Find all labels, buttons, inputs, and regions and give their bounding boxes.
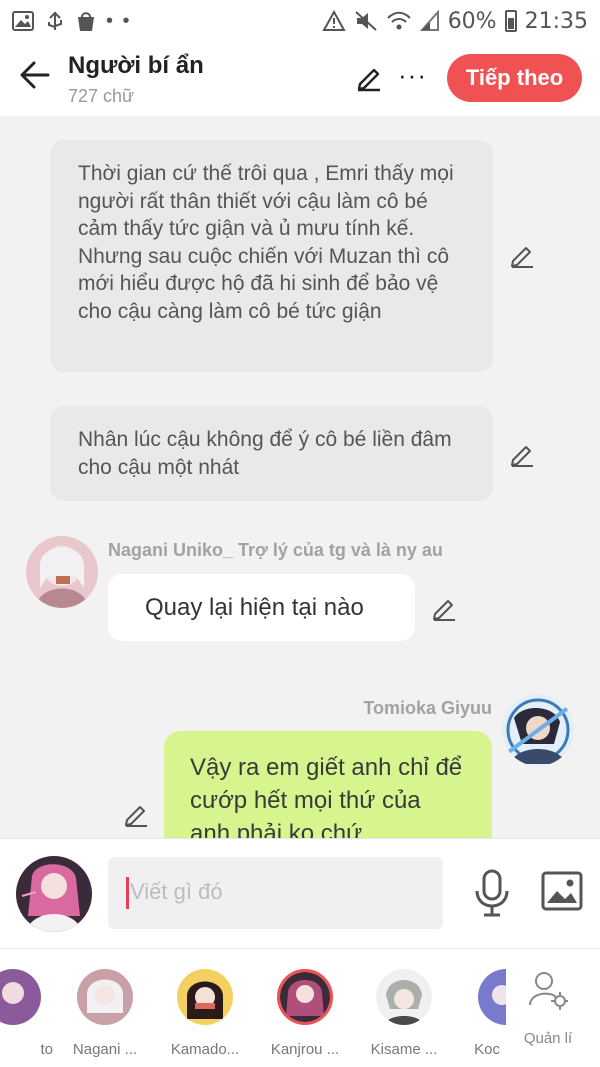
next-button[interactable]: Tiếp theo xyxy=(447,54,582,102)
character-avatar xyxy=(376,969,432,1025)
edit-message-icon[interactable] xyxy=(508,440,536,468)
character-avatar xyxy=(177,969,233,1025)
character-avatar xyxy=(277,969,333,1025)
page-title: Người bí ẩn xyxy=(68,52,204,79)
image-icon[interactable] xyxy=(541,871,583,911)
character-label: Kanjrou ... xyxy=(270,1041,340,1058)
signal-icon xyxy=(419,10,439,31)
wifi-icon xyxy=(386,11,411,30)
clock: 21:35 xyxy=(524,8,588,34)
word-count: 727 chữ xyxy=(68,86,135,106)
avatar-accent xyxy=(195,1003,215,1009)
edit-message-icon[interactable] xyxy=(508,241,536,269)
manage-characters-button[interactable]: Quản lí xyxy=(516,969,580,1047)
edit-title-icon[interactable] xyxy=(354,62,384,92)
edit-message-icon[interactable] xyxy=(430,594,458,622)
battery-icon xyxy=(504,10,517,32)
usb-icon xyxy=(48,11,62,30)
mute-icon xyxy=(355,11,377,31)
more-notifications-icon: • • xyxy=(106,9,132,32)
character-item[interactable]: to xyxy=(0,969,53,1058)
character-item[interactable]: Kamado... xyxy=(165,969,245,1058)
message-input[interactable]: Viết gì đó xyxy=(108,857,443,929)
story-header: Người bí ẩn 727 chữ ··· Tiếp theo xyxy=(0,42,600,116)
manage-label: Quản lí xyxy=(523,1030,573,1047)
input-placeholder: Viết gì đó xyxy=(130,879,223,904)
character-avatar xyxy=(478,969,506,1025)
microphone-icon[interactable] xyxy=(474,869,510,917)
narration-block[interactable]: Thời gian cứ thế trôi qua , Emri thấy mọ… xyxy=(50,140,493,372)
character-name: Tomioka Giyuu xyxy=(363,698,492,718)
edit-message-icon[interactable] xyxy=(122,800,150,828)
alert-icon xyxy=(321,10,346,31)
current-character-avatar[interactable] xyxy=(16,856,92,932)
more-options-icon[interactable]: ··· xyxy=(398,60,427,90)
manage-user-icon xyxy=(529,972,569,1010)
character-label: Kisame ... xyxy=(370,1041,438,1058)
character-item-selected[interactable]: Kanjrou ... xyxy=(265,969,345,1058)
character-name: Nagani Uniko_ Trợ lý của tg và là ny au xyxy=(108,540,443,560)
back-arrow-icon[interactable] xyxy=(18,58,52,92)
composer-bar: Viết gì đó xyxy=(0,838,600,948)
narration-block[interactable]: Nhân lúc cậu không để ý cô bé liền đâm c… xyxy=(50,406,493,501)
character-avatar xyxy=(77,969,133,1025)
text-cursor xyxy=(126,877,129,909)
character-label: Nagani ... xyxy=(72,1041,138,1058)
character-label: Kamado... xyxy=(170,1041,240,1058)
character-avatar xyxy=(0,969,41,1025)
chat-bubble[interactable]: Quay lại hiện tại nào xyxy=(108,574,415,641)
character-item[interactable]: Nagani ... xyxy=(65,969,145,1058)
character-item[interactable]: Koc xyxy=(446,969,506,1058)
character-label: to xyxy=(40,1041,53,1058)
character-item[interactable]: Kisame ... xyxy=(364,969,444,1058)
character-avatar[interactable] xyxy=(502,694,574,766)
gallery-icon xyxy=(12,11,34,31)
bag-icon xyxy=(78,12,94,31)
character-avatar[interactable] xyxy=(26,536,98,608)
character-label: Koc xyxy=(474,1041,500,1058)
character-strip: to Nagani ... Kamado... Kanjrou ... Kisa… xyxy=(0,948,600,1067)
battery-percent: 60% xyxy=(447,8,497,34)
status-bar: • • 60% 21:35 xyxy=(0,0,600,42)
